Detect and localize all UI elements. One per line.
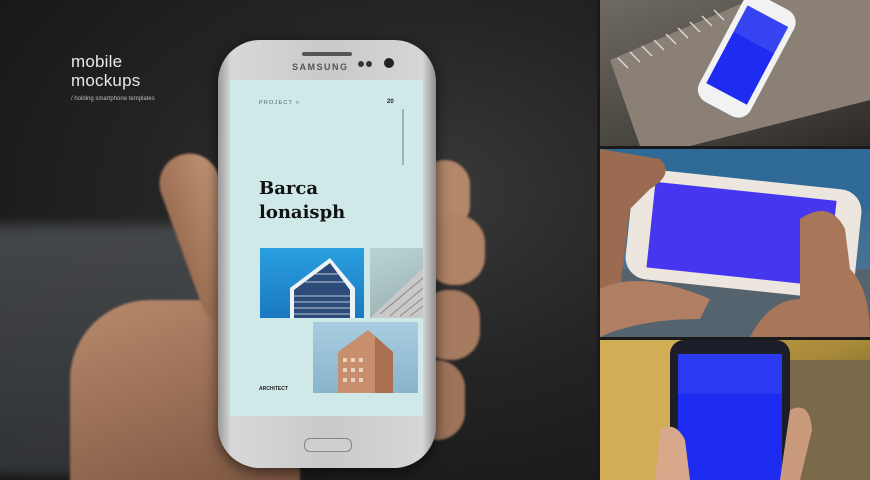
- brand-subtitle: / holding smartphone templates: [71, 96, 155, 102]
- brand-title-line-2: mockups: [71, 71, 141, 90]
- screen-page-number: 20: [387, 99, 394, 105]
- phone-brand-label: SAMSUNG: [292, 62, 349, 72]
- mockup-photo-notebook: [600, 0, 870, 146]
- main-mockup-photo: mobile mockups / holding smartphone temp…: [0, 0, 597, 480]
- building-photo-2: [370, 248, 423, 318]
- mockup-photo-landscape-hands: [600, 149, 870, 337]
- phone-speaker: [302, 52, 352, 56]
- screen-scrollbar: [402, 109, 404, 165]
- mockup-photo-dark-phone: [600, 340, 870, 480]
- phone-sensor: [358, 61, 364, 67]
- phone-sensor: [366, 61, 372, 67]
- front-camera: [384, 58, 394, 68]
- screen-headline-line-1: Barca: [259, 178, 318, 199]
- phone-screen: PROJECT > 20 Barca lonaisph ARCHITECT: [230, 80, 423, 416]
- building-photo-1: [260, 248, 364, 318]
- phone-home-button: [304, 438, 352, 452]
- screen-project-label: PROJECT >: [259, 100, 301, 106]
- brand-text-block: mobile mockups / holding smartphone temp…: [71, 52, 155, 102]
- samsung-phone: SAMSUNG PROJECT > 20 Barca lonaisph ARCH…: [218, 40, 436, 468]
- screen-headline-line-2: lonaisph: [259, 202, 346, 223]
- brand-title-line-1: mobile: [71, 52, 123, 71]
- building-photo-3: [313, 322, 418, 393]
- screen-headline: Barca lonaisph: [259, 177, 345, 225]
- screen-footer-label: ARCHITECT: [259, 386, 288, 392]
